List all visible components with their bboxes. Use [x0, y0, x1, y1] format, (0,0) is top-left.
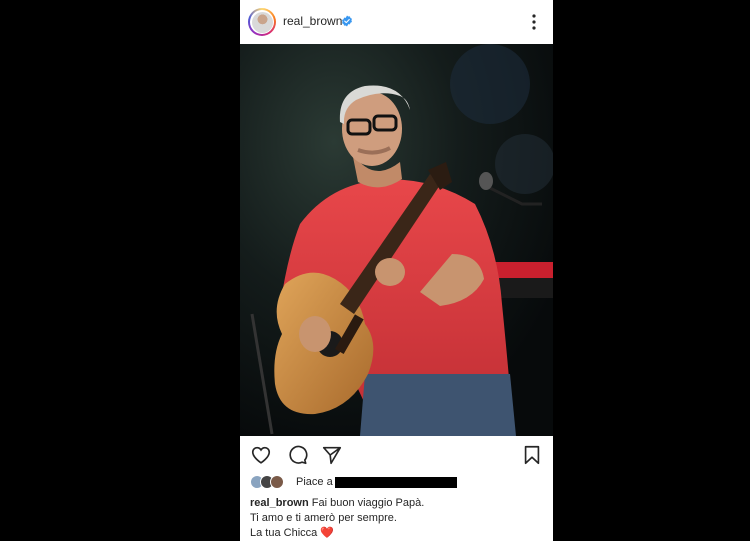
comment-icon[interactable]	[286, 444, 308, 466]
liker-avatars	[250, 475, 292, 489]
caption-line: La tua Chicca ❤️	[250, 526, 546, 541]
post-actions	[240, 442, 553, 468]
likes-row[interactable]: Piace a	[250, 474, 333, 490]
post-photo[interactable]	[240, 44, 553, 436]
caption-line: real_brown Fai buon viaggio Papà.	[250, 496, 546, 511]
avatar-image	[251, 11, 273, 33]
bookmark-icon[interactable]	[521, 444, 543, 466]
heart-icon[interactable]	[250, 444, 272, 466]
likes-label: Piace a	[296, 476, 333, 488]
redaction-bar	[335, 477, 457, 488]
username-link[interactable]: real_brown	[283, 14, 342, 28]
post-header: real_brown	[240, 0, 553, 44]
caption-username[interactable]: real_brown	[250, 497, 309, 509]
concert-photo	[240, 44, 553, 436]
caption-text: Fai buon viaggio Papà.	[311, 497, 425, 509]
caption-line: Ti amo e ti amerò per sempre.	[250, 512, 397, 524]
verified-badge-icon	[342, 15, 352, 27]
send-icon[interactable]	[321, 444, 343, 466]
instagram-post: real_brown Piace a real_brown Fai buon v…	[240, 0, 553, 541]
post-caption: real_brown Fai buon viaggio Papà. Ti amo…	[250, 496, 546, 541]
more-options-icon[interactable]	[530, 12, 538, 32]
profile-avatar[interactable]	[248, 8, 276, 36]
liker-avatar	[270, 475, 284, 489]
heart-emoji: ❤️	[320, 527, 335, 539]
caption-text: La tua Chicca	[250, 527, 318, 539]
